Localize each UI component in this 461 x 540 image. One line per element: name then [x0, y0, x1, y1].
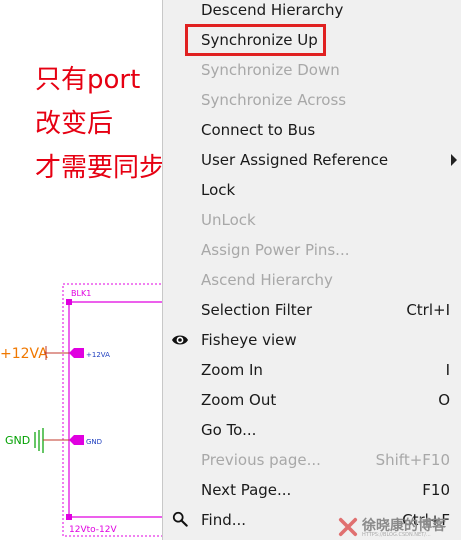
power-port-label[interactable]: +12VA — [0, 346, 48, 362]
menu-item-shortcut: Shift+F10 — [375, 451, 450, 469]
menu-item-fisheye-view[interactable]: Fisheye view — [163, 325, 461, 355]
magnifier-icon — [172, 511, 188, 527]
menu-item-next-page[interactable]: Next Page... F10 — [163, 475, 461, 505]
power-pin-name: +12VA — [86, 351, 110, 359]
menu-item-shortcut: Ctrl+I — [406, 301, 450, 319]
menu-item-label: Go To... — [201, 421, 257, 439]
context-menu: Descend Hierarchy Synchronize Up Synchro… — [162, 0, 461, 540]
menu-item-shortcut: I — [445, 361, 450, 379]
ground-pin-shape[interactable] — [69, 435, 84, 445]
menu-item-label: Find... — [201, 511, 247, 529]
corner-marker-bl — [66, 514, 72, 520]
menu-item-label: Next Page... — [201, 481, 292, 499]
menu-item-label: UnLock — [201, 211, 256, 229]
menu-item-label: Lock — [201, 181, 236, 199]
menu-item-label: Assign Power Pins... — [201, 241, 350, 259]
menu-item-label: Descend Hierarchy — [201, 1, 344, 19]
menu-item-label: User Assigned Reference — [201, 151, 389, 169]
menu-item-label: Connect to Bus — [201, 121, 316, 139]
menu-item-shortcut: F10 — [422, 481, 450, 499]
watermark-subtext: HTTPS://BLOG.CSDN.NET/... — [362, 532, 431, 538]
ground-pin-name: GND — [86, 438, 102, 446]
watermark: 徐晓康的博客 HTTPS://BLOG.CSDN.NET/... — [332, 514, 461, 540]
menu-item-label: Synchronize Across — [201, 91, 347, 109]
menu-item-synchronize-down[interactable]: Synchronize Down — [163, 55, 461, 85]
menu-item-label: Ascend Hierarchy — [201, 271, 333, 289]
menu-item-selection-filter[interactable]: Selection Filter Ctrl+I — [163, 295, 461, 325]
menu-item-unlock[interactable]: UnLock — [163, 205, 461, 235]
menu-item-shortcut: O — [438, 391, 450, 409]
watermark-logo-icon — [338, 517, 358, 537]
menu-item-previous-page[interactable]: Previous page... Shift+F10 — [163, 445, 461, 475]
menu-item-lock[interactable]: Lock — [163, 175, 461, 205]
menu-item-assign-power-pins[interactable]: Assign Power Pins... — [163, 235, 461, 265]
menu-item-label: Previous page... — [201, 451, 321, 469]
menu-item-label: Zoom In — [201, 361, 263, 379]
menu-item-zoom-in[interactable]: Zoom In I — [163, 355, 461, 385]
highlight-box — [185, 24, 326, 56]
submenu-arrow-icon — [451, 154, 457, 166]
menu-item-label: Synchronize Down — [201, 61, 340, 79]
menu-item-ascend-hierarchy[interactable]: Ascend Hierarchy — [163, 265, 461, 295]
hier-block-footer: 12Vto-12V — [69, 525, 118, 535]
menu-item-descend-hierarchy[interactable]: Descend Hierarchy — [163, 0, 461, 25]
menu-item-synchronize-across[interactable]: Synchronize Across — [163, 85, 461, 115]
menu-item-go-to[interactable]: Go To... — [163, 415, 461, 445]
menu-item-label: Zoom Out — [201, 391, 277, 409]
menu-item-label: Fisheye view — [201, 331, 297, 349]
menu-item-connect-to-bus[interactable]: Connect to Bus — [163, 115, 461, 145]
corner-marker-tl — [66, 299, 72, 305]
hier-block-outline[interactable] — [62, 283, 164, 537]
menu-item-user-assigned-reference[interactable]: User Assigned Reference — [163, 145, 461, 175]
hier-block-name: BLK1 — [71, 289, 91, 298]
schematic-canvas[interactable]: BLK1 12Vto-12V +12VA +12VA GND GND — [0, 0, 164, 540]
power-pin-shape[interactable] — [69, 348, 84, 358]
menu-item-label: Selection Filter — [201, 301, 313, 319]
ground-port-label[interactable]: GND — [5, 434, 30, 447]
menu-item-zoom-out[interactable]: Zoom Out O — [163, 385, 461, 415]
eye-icon — [172, 335, 188, 345]
